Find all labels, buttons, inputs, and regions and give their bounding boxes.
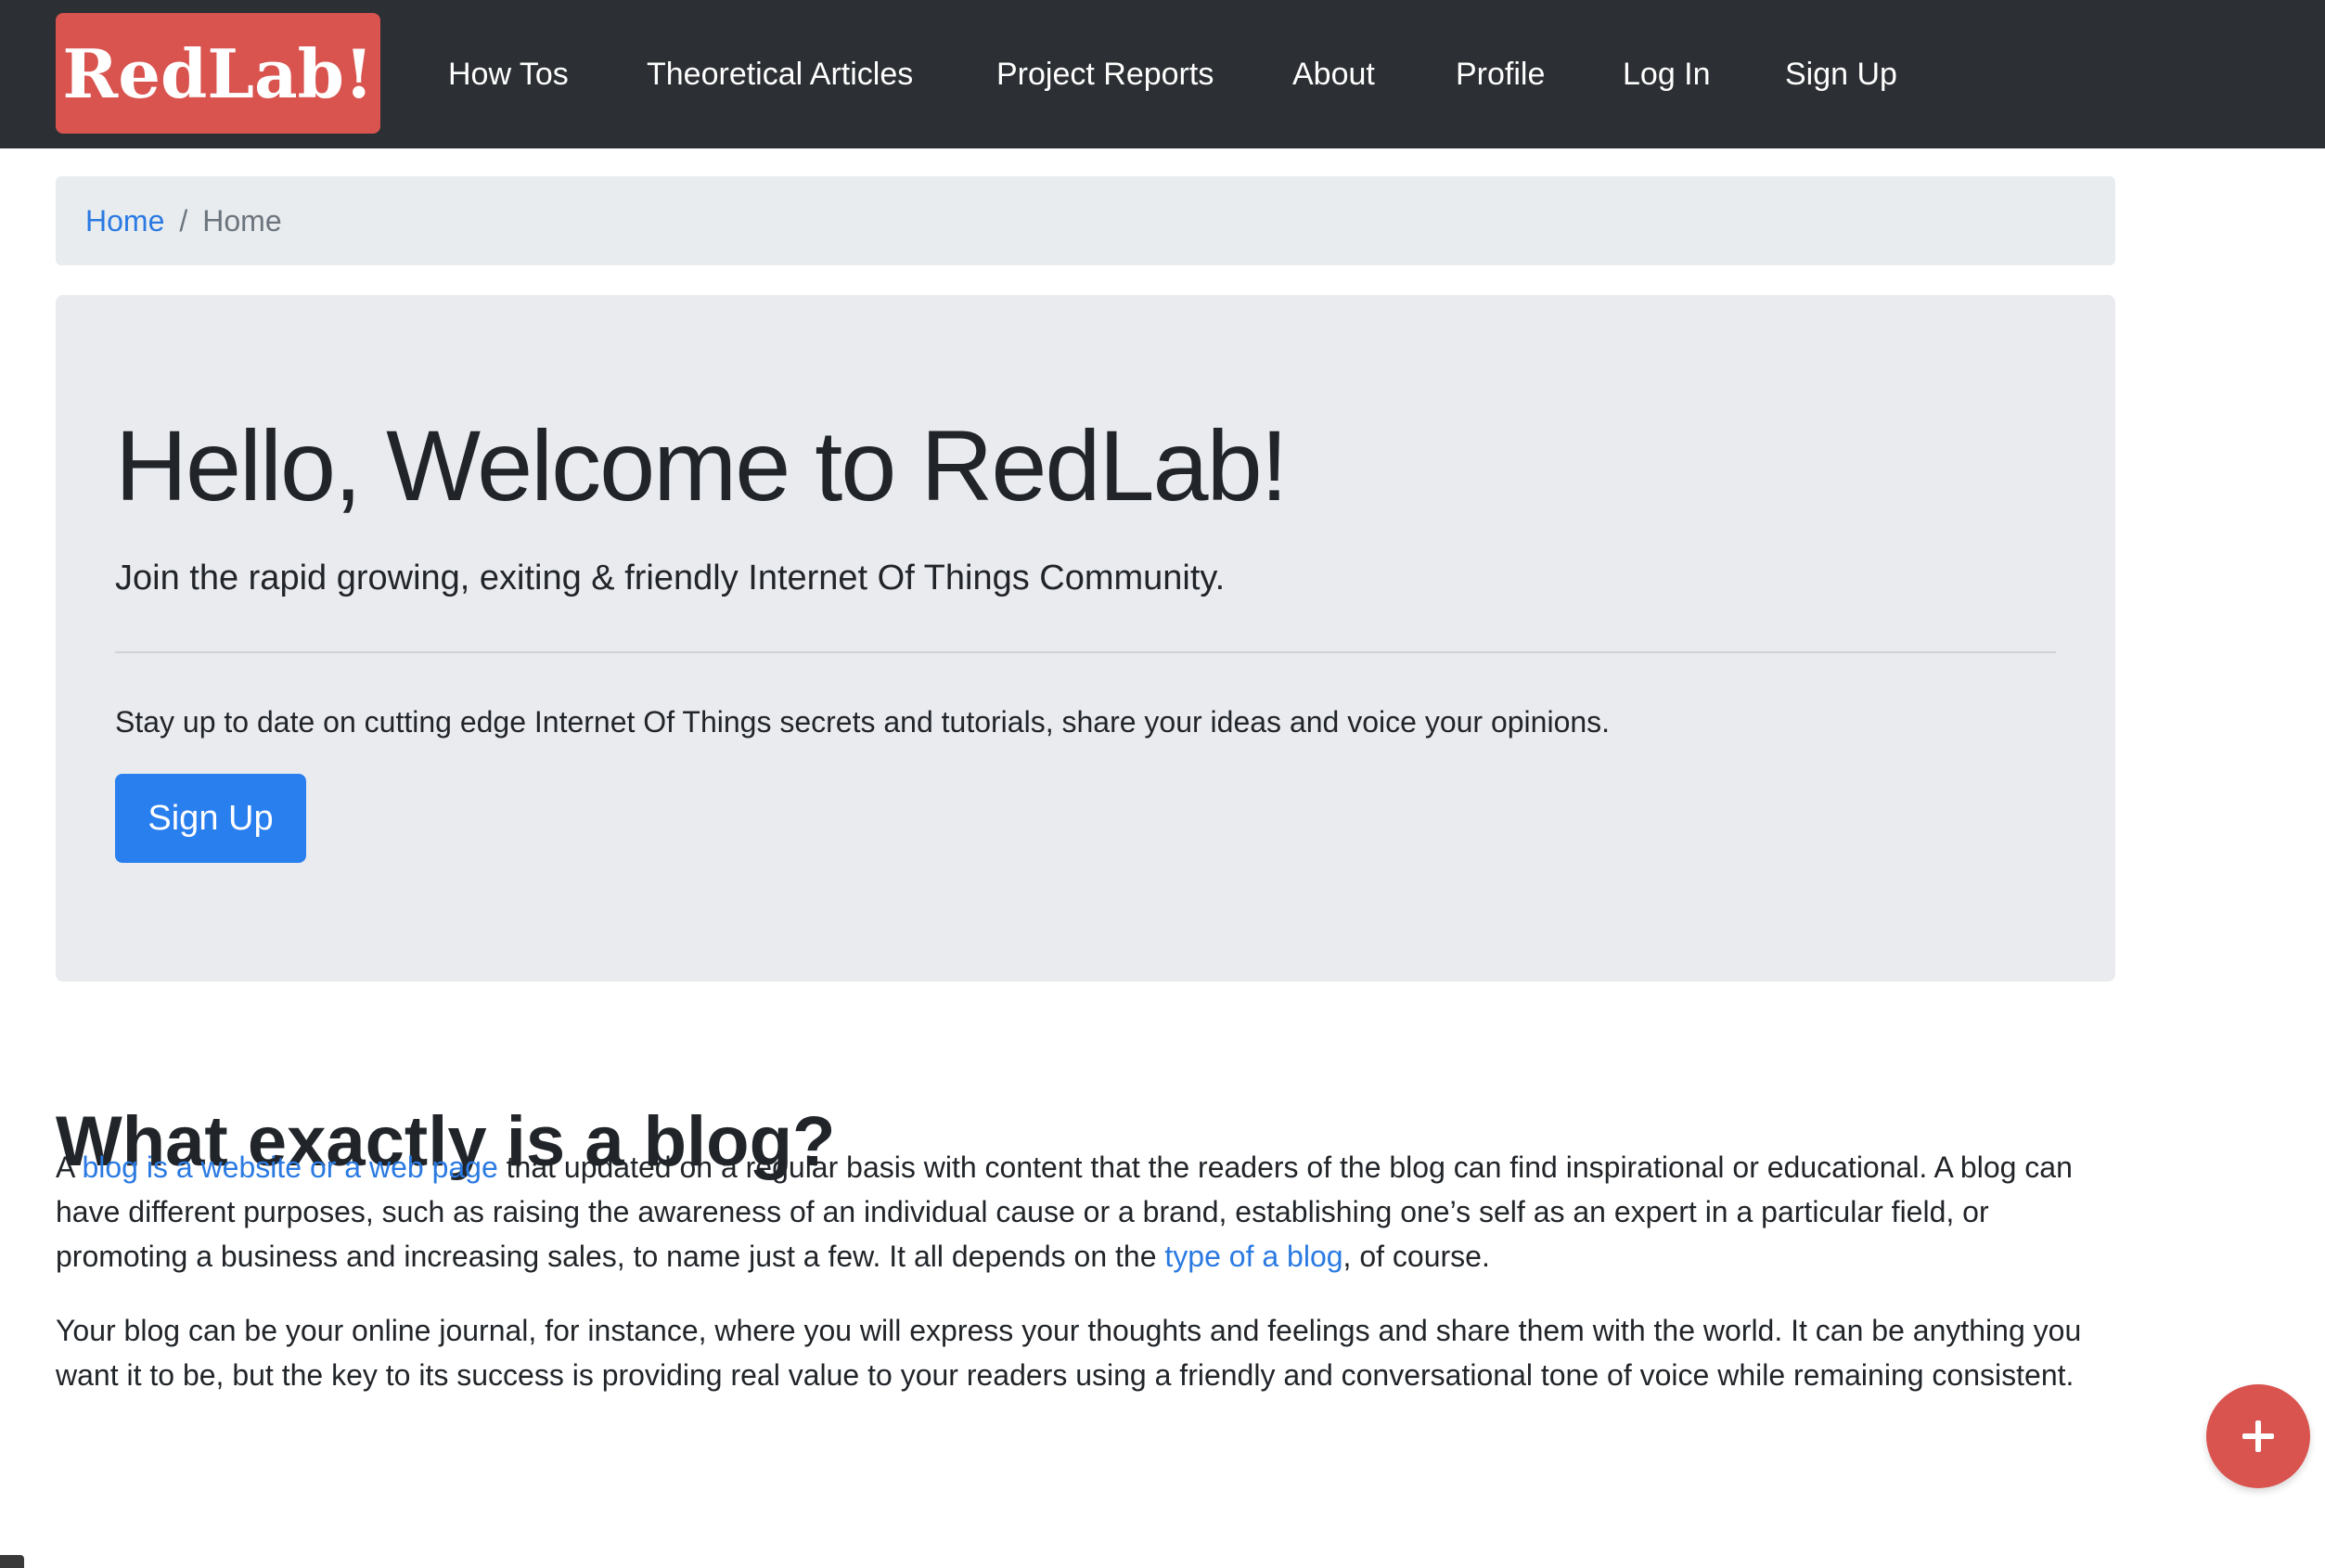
nav-log-in[interactable]: Log In	[1623, 46, 1711, 102]
sign-up-button[interactable]: Sign Up	[115, 774, 306, 863]
article-paragraph-2: Your blog can be your online journal, fo…	[56, 1314, 2082, 1392]
welcome-lead: Join the rapid growing, exiting & friend…	[115, 559, 1226, 598]
blog-definition-link[interactable]: blog is a website or a web page	[82, 1150, 497, 1184]
nav-profile[interactable]: Profile	[1456, 46, 1545, 102]
nav-project-reports[interactable]: Project Reports	[996, 46, 1214, 102]
nav-about[interactable]: About	[1292, 46, 1375, 102]
paragraph-text: A	[56, 1150, 83, 1184]
breadcrumb-current: Home	[202, 203, 282, 238]
top-navbar: RedLab! How Tos Theoretical Articles Pro…	[0, 0, 2325, 148]
breadcrumb-separator: /	[179, 203, 188, 238]
welcome-jumbotron: Hello, Welcome to RedLab! Join the rapid…	[56, 295, 2115, 982]
welcome-title: Hello, Welcome to RedLab!	[115, 409, 1289, 521]
add-floating-button[interactable]	[2206, 1384, 2310, 1488]
breadcrumb: Home / Home	[56, 176, 2115, 265]
welcome-description: Stay up to date on cutting edge Internet…	[115, 705, 1611, 739]
paragraph-text: , of course.	[1342, 1240, 1490, 1273]
brand-logo[interactable]: RedLab!	[56, 13, 380, 134]
nav-how-tos[interactable]: How Tos	[448, 46, 569, 102]
nav-sign-up[interactable]: Sign Up	[1785, 46, 1897, 102]
divider	[115, 651, 2056, 653]
corner-tab	[0, 1555, 24, 1568]
nav-theoretical-articles[interactable]: Theoretical Articles	[647, 46, 913, 102]
article-paragraph-1: A blog is a website or a web page that u…	[56, 1145, 2115, 1279]
plus-icon	[2242, 1420, 2274, 1452]
breadcrumb-home-link[interactable]: Home	[85, 204, 164, 238]
blog-type-link[interactable]: type of a blog	[1164, 1240, 1342, 1273]
